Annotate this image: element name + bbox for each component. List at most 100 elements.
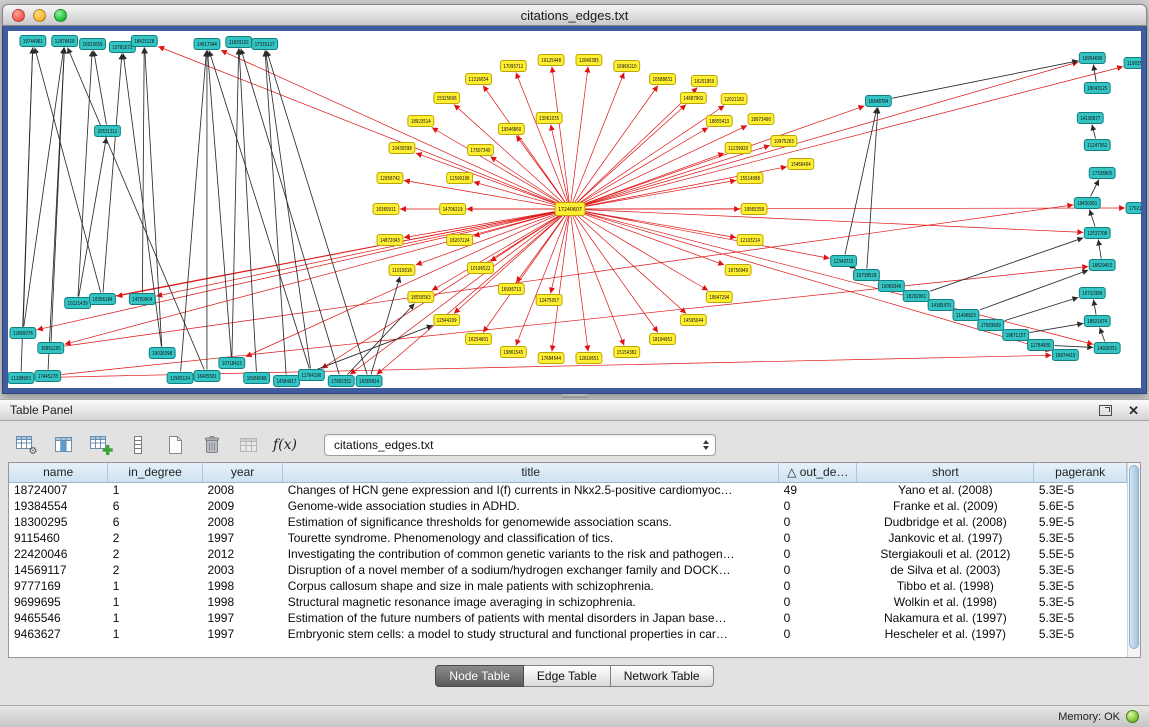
cell-title[interactable]: Estimation of the future numbers of pati… — [283, 610, 779, 626]
graph-edge[interactable] — [67, 48, 204, 370]
cell-name[interactable]: 18300295 — [9, 514, 108, 530]
graph-node[interactable]: 11764190 — [298, 370, 324, 381]
cell-in_degree[interactable]: 1 — [108, 578, 203, 594]
graph-edge[interactable] — [156, 212, 556, 296]
cell-name[interactable]: 9465546 — [9, 610, 108, 626]
graph-node[interactable]: 10430598 — [389, 143, 415, 154]
table-row[interactable]: 969969511998Structural magnetic resonanc… — [9, 594, 1127, 610]
graph-edge[interactable] — [490, 157, 560, 203]
graph-edge[interactable] — [551, 216, 569, 294]
graph-node[interactable]: 18973490 — [748, 114, 774, 125]
cell-title[interactable]: Disruption of a novel member of a sodium… — [283, 562, 779, 578]
cell-name[interactable]: 9463627 — [9, 626, 108, 642]
cell-title[interactable]: Embryonic stem cells: a model to study s… — [283, 626, 779, 642]
cell-year[interactable]: 2003 — [202, 562, 282, 578]
graph-edge[interactable] — [1030, 323, 1084, 332]
graph-node[interactable]: 10710389 — [1079, 288, 1105, 299]
graph-node[interactable]: 17095712 — [500, 61, 526, 72]
graph-node[interactable]: 19671257 — [1003, 330, 1029, 341]
graph-edge[interactable] — [867, 108, 878, 269]
edit-table-button[interactable] — [88, 432, 114, 458]
graph-node[interactable]: 20531312 — [95, 126, 121, 137]
graph-node[interactable]: 14584917 — [274, 376, 300, 387]
cell-name[interactable]: 9699695 — [9, 594, 108, 610]
graph-edge[interactable] — [432, 128, 559, 203]
graph-node[interactable]: 11903542 — [1124, 58, 1141, 69]
cell-short[interactable]: Stergiakouli et al. (2012) — [857, 546, 1034, 562]
graph-edge[interactable] — [404, 211, 556, 237]
column-header-pagerank[interactable]: pagerank — [1034, 463, 1127, 482]
cell-pagerank[interactable]: 5.5E-5 — [1034, 546, 1127, 562]
graph-edge[interactable] — [48, 48, 64, 370]
graph-node[interactable]: 17684544 — [538, 353, 564, 364]
table-settings-button[interactable]: ⚙ — [14, 432, 40, 458]
table-row[interactable]: 911546021997Tourette syndrome. Phenomeno… — [9, 530, 1127, 546]
table-row[interactable]: 946362711997Embryonic stem cells: a mode… — [9, 626, 1127, 642]
cell-in_degree[interactable]: 2 — [108, 562, 203, 578]
graph-node[interactable]: 19744961 — [20, 36, 46, 47]
graph-node[interactable]: 11015816 — [389, 265, 415, 276]
graph-node[interactable]: 19369824 — [356, 376, 382, 387]
cell-in_degree[interactable]: 2 — [108, 530, 203, 546]
graph-edge[interactable] — [571, 216, 588, 352]
table-row[interactable]: 1872400712008Changes of HCN gene express… — [9, 482, 1127, 498]
graph-node[interactable]: 18356184 — [90, 294, 116, 305]
graph-edge[interactable] — [239, 49, 256, 372]
graph-node[interactable]: 17507340 — [468, 145, 494, 156]
cell-title[interactable]: Genome-wide association studies in ADHD. — [283, 498, 779, 514]
graph-node[interactable]: 10221439 — [65, 298, 91, 309]
cell-pagerank[interactable]: 5.3E-5 — [1034, 594, 1127, 610]
graph-node[interactable]: 18550563 — [408, 292, 434, 303]
cell-short[interactable]: Nakamura et al. (1997) — [857, 610, 1034, 626]
cell-out_degree[interactable]: 0 — [779, 578, 857, 594]
graph-edge[interactable] — [1005, 297, 1079, 320]
graph-node[interactable]: 12660076 — [10, 328, 36, 339]
graph-node[interactable]: 15466404 — [788, 159, 814, 170]
cell-short[interactable]: Tibbo et al. (1998) — [857, 578, 1034, 594]
cell-in_degree[interactable]: 6 — [108, 514, 203, 530]
graph-node[interactable]: 12475057 — [536, 295, 562, 306]
cell-name[interactable]: 9777169 — [9, 578, 108, 594]
graph-node[interactable]: 12610651 — [576, 353, 602, 364]
graph-node[interactable]: 16251950 — [691, 76, 717, 87]
graph-node[interactable]: 14706219 — [440, 204, 466, 215]
cell-short[interactable]: de Silva et al. (2003) — [857, 562, 1034, 578]
graph-edge[interactable] — [103, 54, 122, 293]
graph-edge[interactable] — [577, 105, 686, 203]
cell-short[interactable]: Yano et al. (2008) — [857, 482, 1034, 498]
cell-pagerank[interactable]: 5.3E-5 — [1034, 610, 1127, 626]
cell-in_degree[interactable]: 1 — [108, 610, 203, 626]
graph-edge[interactable] — [62, 267, 1089, 375]
cell-in_degree[interactable]: 2 — [108, 546, 203, 562]
table-scrollbar[interactable] — [1127, 463, 1140, 657]
graph-node[interactable]: 16023059 — [80, 39, 106, 50]
graph-node[interactable]: 16380911 — [373, 204, 399, 215]
graph-node[interactable]: 18207224 — [447, 235, 473, 246]
column-header-year[interactable]: year — [202, 463, 282, 482]
tab-network-table[interactable]: Network Table — [611, 665, 714, 687]
graph-edge[interactable] — [573, 216, 625, 346]
graph-edge[interactable] — [516, 73, 568, 203]
cell-pagerank[interactable]: 5.3E-5 — [1034, 578, 1127, 594]
graph-node[interactable]: 10975263 — [771, 136, 797, 147]
graph-node[interactable]: 18923514 — [408, 116, 434, 127]
graph-edge[interactable] — [584, 212, 830, 259]
graph-node[interactable]: 12021182 — [721, 94, 747, 105]
graph-edge[interactable] — [584, 126, 747, 203]
cell-out_degree[interactable]: 0 — [779, 514, 857, 530]
graph-node[interactable]: 10588631 — [650, 74, 676, 85]
cell-year[interactable]: 2008 — [202, 514, 282, 530]
graph-node[interactable]: 11247562 — [1084, 140, 1110, 151]
graph-edge[interactable] — [266, 51, 311, 369]
graph-edge[interactable] — [265, 51, 286, 375]
graph-node[interactable]: 11239920 — [725, 143, 751, 154]
graph-node[interactable]: 17335227 — [252, 39, 278, 50]
graph-node[interactable]: 15154382 — [614, 347, 640, 358]
graph-node[interactable]: 10196522 — [468, 263, 494, 274]
graph-node[interactable]: 17338905 — [1089, 168, 1115, 179]
graph-node[interactable]: 14872043 — [377, 235, 403, 246]
graph-edge[interactable] — [584, 214, 724, 265]
graph-node[interactable]: 11496823 — [953, 310, 979, 321]
graph-edge[interactable] — [1092, 125, 1096, 139]
graph-edge[interactable] — [854, 268, 856, 269]
